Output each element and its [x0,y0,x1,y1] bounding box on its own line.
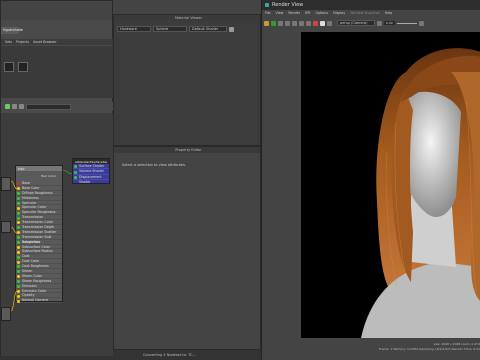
node-editor-toolbar [1,102,114,111]
region-icon[interactable] [292,20,297,26]
zoom-icon[interactable] [327,20,332,26]
shader-dropdown[interactable]: Default Shader [189,26,227,32]
menu-view[interactable]: View [276,11,284,17]
swatch-icon[interactable] [4,62,14,72]
ipr-icon[interactable] [271,20,276,26]
keep-image-icon[interactable] [299,20,304,26]
attribute-port-icon[interactable] [74,170,77,174]
snapshot-icon[interactable] [285,20,290,26]
renderer-dropdown[interactable]: Hardware [117,26,151,32]
render-viewport[interactable] [301,32,480,338]
exposure-slider[interactable] [396,22,417,24]
node-search-input[interactable] [26,103,71,110]
status-bar: Converting 4 Nodeset to: TC... [113,350,261,360]
render-info-stats: Frame: 1 Memory: 12345b Sampling: [6/2/2… [378,347,480,351]
bottom-strip [0,356,113,360]
menu-ipr[interactable]: IPR [305,11,310,17]
exposure-icon[interactable] [377,20,382,26]
render-view-title-bar: Render View [262,0,480,10]
settings-icon[interactable] [229,26,234,32]
connection-wires [10,169,74,312]
rgb-icon[interactable] [313,20,318,26]
material-viewer-panel: Material Viewer Hardware Sphere Default … [113,14,261,146]
property-editor-message: Select a selection to view attributes. [122,163,187,167]
alpha-icon[interactable] [320,20,325,26]
property-editor-panel: Property Editor Select a selection to vi… [113,146,261,350]
hypershade-tab[interactable]: Hypershade [1,27,23,34]
menu-snapshot[interactable]: Window Snapshot [350,11,379,17]
render-view-window: Render View File View Render IPR Options… [261,0,480,360]
attribute-label: Surface Shader [79,164,105,168]
attribute-label: Displacement Shader [79,174,102,184]
swatch-icon[interactable] [18,62,28,72]
exposure-value[interactable]: 0.00 [384,21,395,25]
camera-dropdown[interactable]: persp (Camera) [337,20,375,26]
render-info: size: 2048 x 2048 zoom: 0.474 Frame: 1 M… [307,342,480,356]
browser-tab-projects[interactable]: Projects [16,39,29,45]
sg-node-attributes: Surface Shader Volume Shader Displacement … [73,164,109,184]
attribute-label: Volume Shader [79,169,104,174]
browser-tabs: Sets Projects Asset Browser [1,39,114,45]
attribute-port-icon[interactable] [74,175,77,179]
layout-icon[interactable] [12,104,17,109]
hypershade-title-bar [1,1,112,20]
menu-file[interactable]: File [265,11,271,17]
refresh-icon[interactable] [278,20,283,26]
browser-tab-asset-browser[interactable]: Asset Browser [33,39,56,45]
frame-icon[interactable] [19,104,24,109]
rendered-image [361,48,480,338]
render-view-toolbar: persp (Camera) 0.00 [264,19,480,27]
node-attribute-row[interactable]: Displacement Shader [73,174,109,184]
shading-group-node[interactable]: aiStandardSurfaceSG Surface Shader Volume… [72,158,110,184]
menu-help[interactable]: Help [385,11,393,17]
remove-image-icon[interactable] [306,20,311,26]
render-view-title: Render View [272,2,304,8]
maya-logo-icon [265,3,269,7]
browser-swatches [4,62,34,80]
menu-display[interactable]: Display [333,11,345,17]
render-icon[interactable] [264,20,269,26]
browser-tab-sets[interactable]: Sets [5,39,12,45]
gamma-icon[interactable] [418,20,424,26]
geometry-dropdown[interactable]: Sphere [153,26,187,32]
material-viewer-toolbar: Hardware Sphere Default Shader [117,26,234,32]
menu-render[interactable]: Render [288,11,300,17]
material-viewer-header: Material Viewer [114,15,260,21]
menu-options[interactable]: Options [315,11,328,17]
graph-icon[interactable] [5,104,10,109]
attribute-port-icon[interactable] [74,165,77,169]
render-view-menu-bar: File View Render IPR Options Display Win… [265,11,480,17]
